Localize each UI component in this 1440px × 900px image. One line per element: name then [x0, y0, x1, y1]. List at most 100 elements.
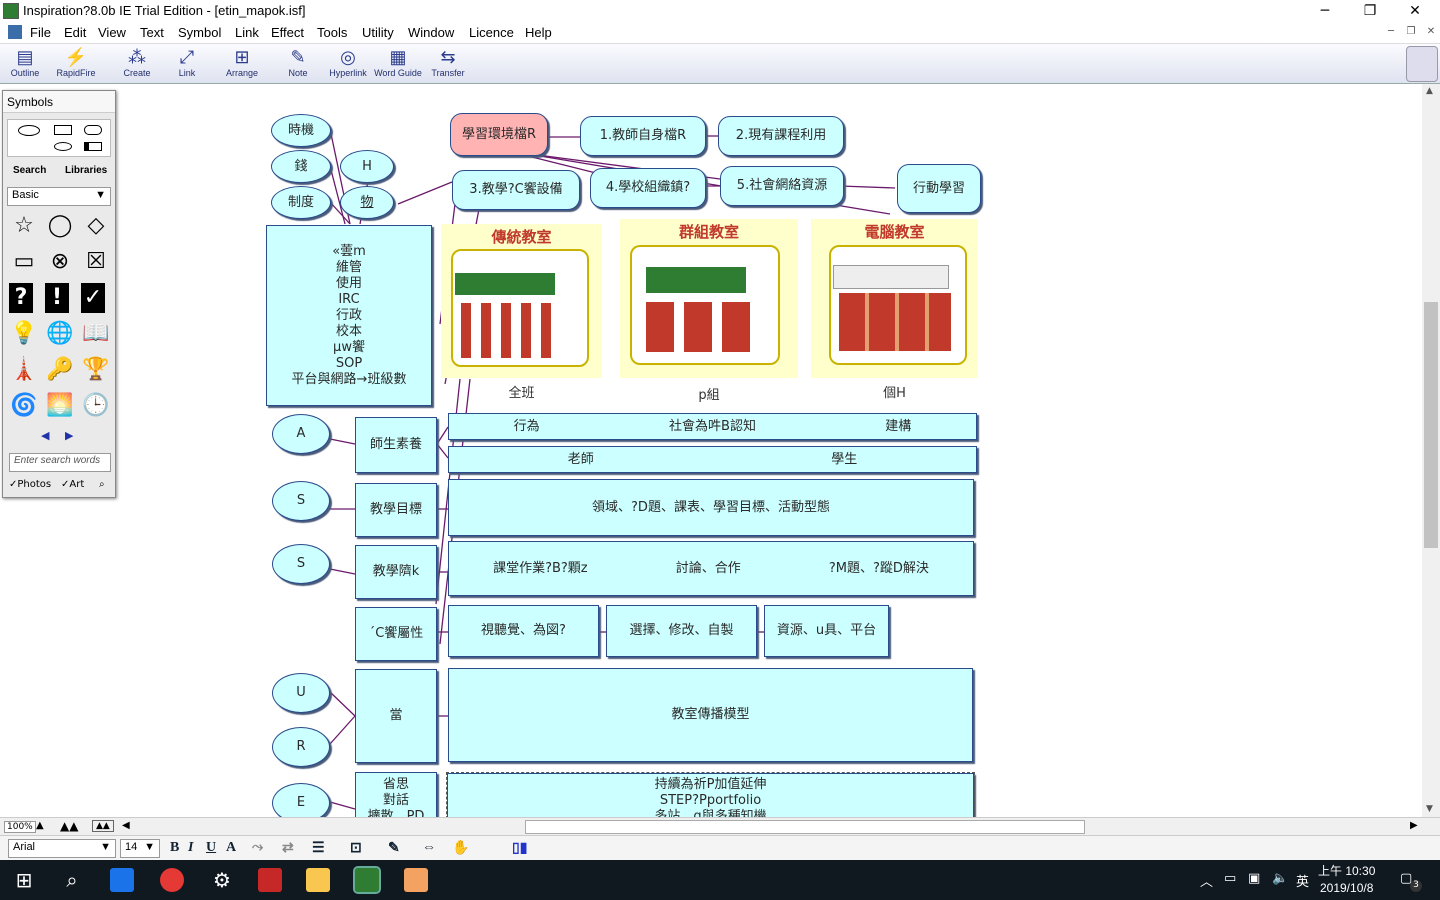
ime-indicator[interactable]: 英: [1296, 871, 1309, 890]
menu-text[interactable]: Text: [140, 25, 164, 40]
rect-shape-icon[interactable]: [54, 125, 72, 135]
search-icon[interactable]: ⌕: [99, 479, 105, 490]
node-social-network[interactable]: 5.社會網絡資源: [720, 166, 844, 206]
color-bar-icon[interactable]: ▯▮: [512, 840, 527, 857]
lighthouse-icon[interactable]: 🗼: [9, 355, 39, 385]
exclaim-symbol-icon[interactable]: !: [45, 283, 69, 313]
note-button[interactable]: ✎ Note: [282, 46, 314, 82]
node-when[interactable]: 當: [355, 669, 437, 763]
mdi-restore-button[interactable]: ❐: [1404, 26, 1418, 40]
tray-chevron-icon[interactable]: ︿: [1200, 871, 1213, 890]
sunset-icon[interactable]: 🌅: [45, 391, 75, 421]
diamond-symbol-icon[interactable]: ◇: [81, 211, 111, 241]
document-icon[interactable]: [8, 25, 22, 39]
folder-icon[interactable]: [306, 868, 330, 892]
classroom-group[interactable]: 群組教室: [620, 219, 798, 378]
scroll-right-icon[interactable]: ▶: [1410, 820, 1418, 831]
art-checkbox[interactable]: ✓Art: [61, 479, 84, 490]
menu-tools[interactable]: Tools: [317, 25, 347, 40]
horizontal-scrollbar[interactable]: 100% ▲ ▲▲ ▲▲ ◀ ▶: [0, 817, 1440, 835]
clock[interactable]: 上午 10:30 2019/10/8: [1318, 863, 1375, 897]
classroom-traditional[interactable]: 傳統教室: [441, 224, 602, 378]
menu-edit[interactable]: Edit: [64, 25, 86, 40]
node-teaching-goal[interactable]: 教學目標: [355, 483, 437, 537]
node-existing-course[interactable]: 2.現有課程利用: [718, 116, 844, 156]
node-teacher-self[interactable]: 1.教師自身檔R: [580, 116, 706, 156]
zoom-level[interactable]: 100%: [4, 821, 36, 833]
inspiration-icon[interactable]: [353, 866, 381, 894]
chrome-icon[interactable]: [160, 868, 184, 892]
node-school-org[interactable]: 4.學校組織鎮?: [590, 168, 706, 208]
move-icon[interactable]: ⇔: [422, 840, 436, 856]
small-oval-icon[interactable]: [54, 142, 72, 151]
lightbulb-icon[interactable]: 💡: [9, 319, 39, 349]
check-symbol-icon[interactable]: ✓: [81, 283, 105, 313]
node-domain-row[interactable]: 領域、?D題、課表、學習目標、活動型態: [448, 479, 974, 536]
oval-shape-icon[interactable]: [18, 125, 40, 136]
node-behavior-row[interactable]: 行為 社會為吽B認知 建構: [448, 413, 977, 440]
menu-window[interactable]: Window: [408, 25, 454, 40]
tab-search[interactable]: Search: [13, 165, 46, 176]
node-timing[interactable]: 時機: [271, 114, 331, 147]
node-letter-a[interactable]: A: [272, 414, 330, 454]
scroll-thumb[interactable]: [1424, 302, 1438, 548]
link-button[interactable]: ⤢ Link: [170, 46, 204, 82]
assistant-icon[interactable]: [1406, 46, 1438, 82]
transfer-button[interactable]: ⇆ Transfer: [428, 46, 468, 82]
rapidfire-button[interactable]: ⚡ RapidFire: [52, 46, 100, 82]
photos-checkbox[interactable]: ✓Photos: [9, 479, 51, 490]
app-orange-icon[interactable]: [404, 868, 428, 892]
node-resources[interactable]: 資源、u具、平台: [764, 605, 889, 657]
node-letter-s2[interactable]: S: [272, 544, 330, 584]
node-broadcast-model[interactable]: 教室傳播模型: [448, 668, 973, 762]
node-money[interactable]: 錢: [271, 150, 331, 183]
node-mobile-learning[interactable]: 行動學習: [897, 164, 981, 213]
menu-effect[interactable]: Effect: [271, 25, 304, 40]
node-management-list[interactable]: «蕓m 維管 使用 IRC 行政 校本 µw饗 SOP 平台與網路→班級數: [266, 225, 432, 406]
network-icon[interactable]: ▭: [1224, 871, 1236, 886]
volume-icon[interactable]: 🔈: [1272, 871, 1288, 886]
mdi-close-button[interactable]: ✕: [1424, 26, 1438, 40]
menu-file[interactable]: File: [30, 25, 51, 40]
scroll-thumb-horizontal[interactable]: [525, 820, 1085, 834]
app-red-icon[interactable]: [258, 868, 282, 892]
clock-icon[interactable]: 🕒: [81, 391, 111, 421]
cloud-symbol-icon[interactable]: ◯: [45, 211, 75, 241]
node-reflection[interactable]: 省思 對話 擴散、PD: [355, 772, 437, 817]
node-h[interactable]: H: [340, 150, 394, 183]
font-size-select[interactable]: 14 ▼: [120, 839, 160, 858]
link-style-icon[interactable]: ⤳: [252, 840, 263, 856]
settings-icon[interactable]: ⚙: [210, 868, 234, 892]
underline-button[interactable]: U: [206, 840, 216, 856]
hand-icon[interactable]: ✋: [452, 840, 469, 857]
trophy-icon[interactable]: 🏆: [81, 355, 111, 385]
bold-button[interactable]: B: [170, 840, 179, 856]
node-audiovisual[interactable]: 視聽覺、為図?: [448, 605, 599, 657]
node-teaching-equipment[interactable]: 3.教學?C饗設備: [452, 170, 580, 210]
tab-libraries[interactable]: Libraries: [65, 165, 107, 176]
pen-icon[interactable]: ✎: [388, 840, 400, 857]
question-symbol-icon[interactable]: ?: [9, 283, 33, 313]
node-teaching-method[interactable]: 教學隮k: [355, 545, 437, 599]
classroom-computer[interactable]: 電腦教室: [811, 219, 978, 378]
italic-button[interactable]: I: [188, 840, 193, 856]
cross-oval-symbol-icon[interactable]: ⊗: [45, 247, 75, 277]
node-sustain-selected[interactable]: 持續為祈P加值延伸 STEP?Pportfolio 多站、g與多種知機: [446, 772, 975, 817]
mdi-minimize-button[interactable]: ─: [1384, 26, 1398, 40]
vertical-scrollbar[interactable]: ▲ ▼: [1422, 84, 1440, 817]
wordguide-button[interactable]: ▦ Word Guide: [374, 46, 422, 82]
search-icon[interactable]: ⌕: [60, 868, 84, 892]
zoom-small-icon[interactable]: ▲: [36, 820, 44, 831]
cross-rect-symbol-icon[interactable]: ☒: [81, 247, 111, 277]
book-icon[interactable]: 📖: [81, 319, 111, 349]
minimize-button[interactable]: ─: [1302, 0, 1348, 22]
menu-symbol[interactable]: Symbol: [178, 25, 221, 40]
node-media-attr[interactable]: ´C饗屬性: [355, 607, 437, 661]
arrow-style-icon[interactable]: ⇄: [282, 840, 294, 857]
node-material[interactable]: 物: [340, 186, 394, 219]
zoom-fit-icon[interactable]: ▲▲: [60, 819, 78, 833]
font-select[interactable]: Arial ▼: [8, 839, 116, 858]
menu-link[interactable]: Link: [235, 25, 259, 40]
text-color-icon[interactable]: A: [226, 840, 236, 856]
diagram-canvas[interactable]: 時機 錢 H 制度 物 «蕓m 維管 使用 IRC 行政 校本 µw饗 SOP …: [0, 84, 1422, 817]
